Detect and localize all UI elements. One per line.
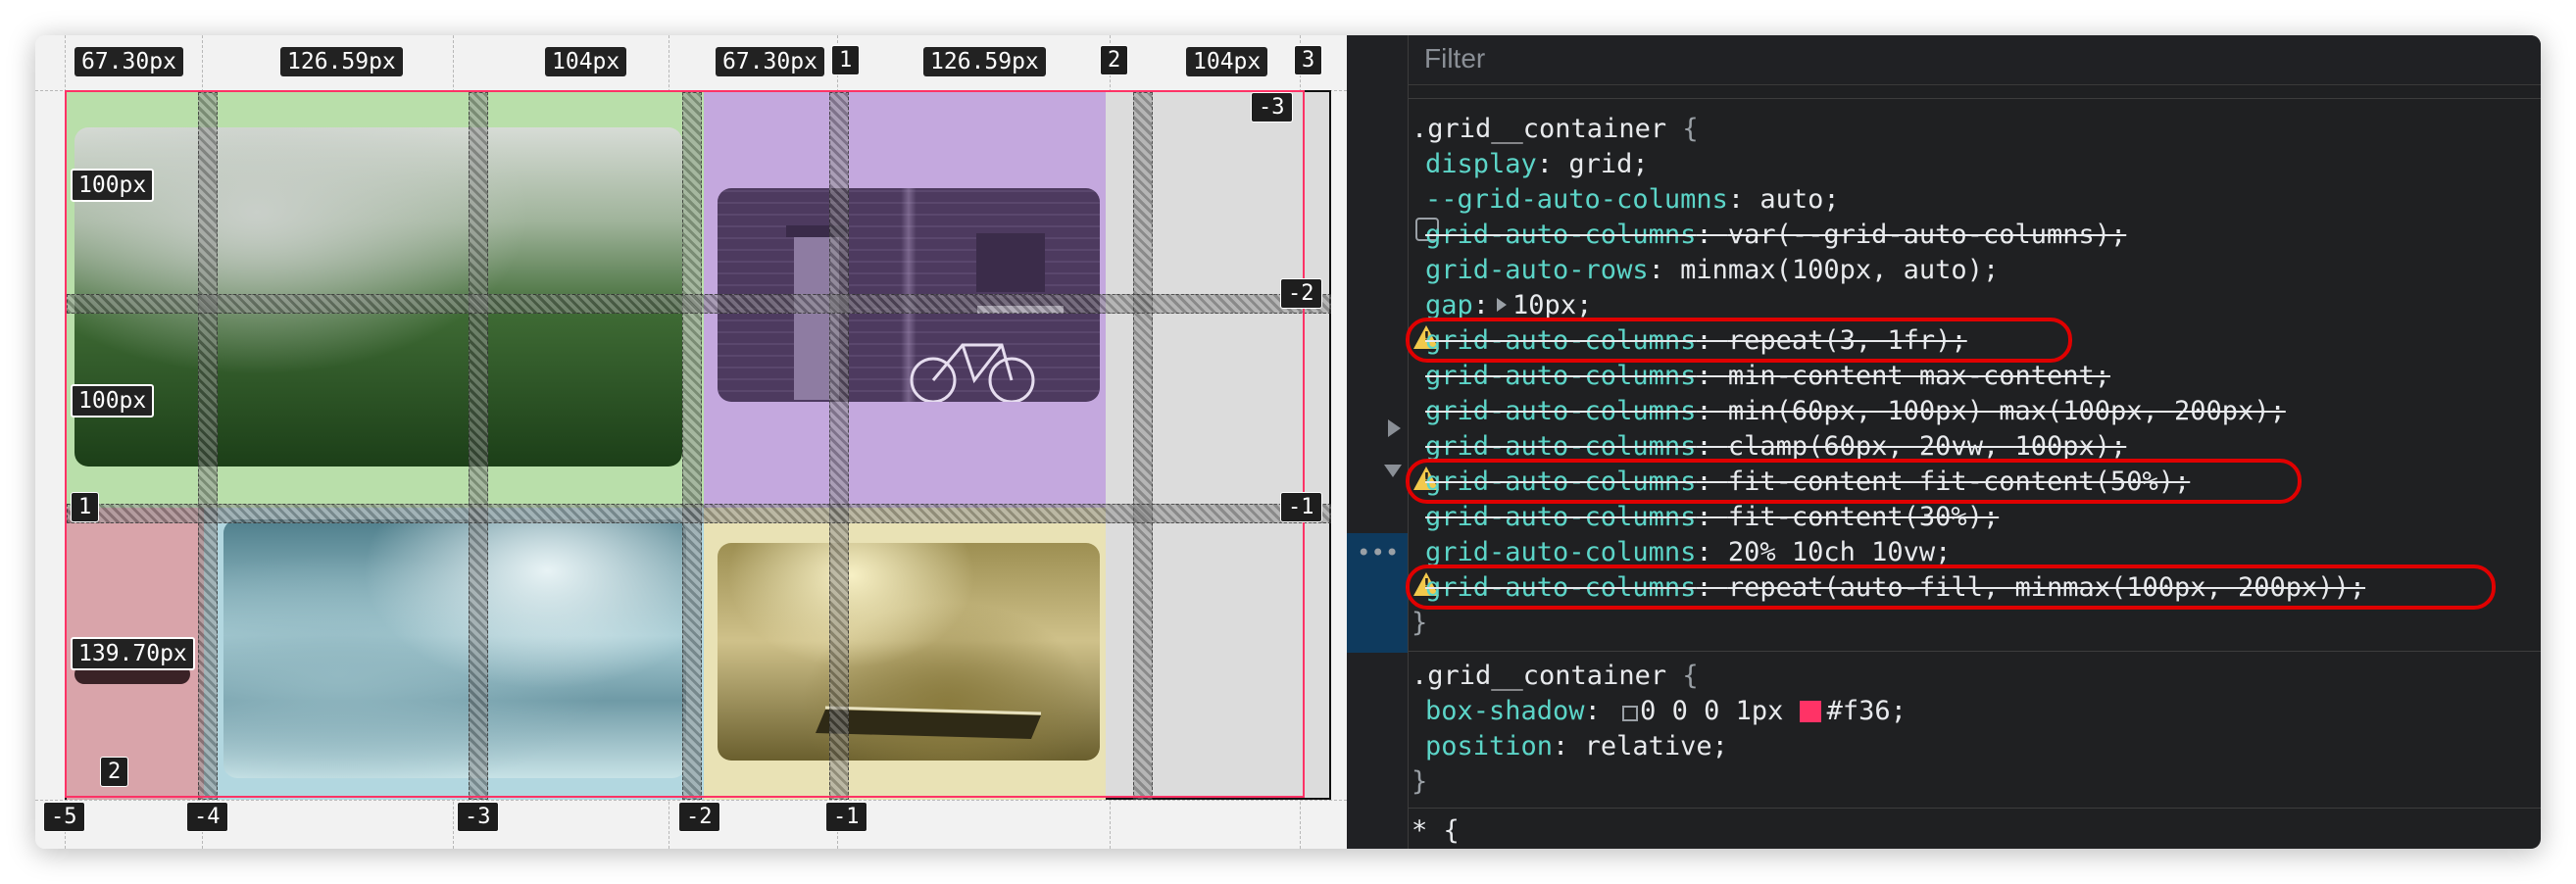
color-swatch-icon[interactable] [1799,701,1821,722]
column-size-label: 126.59px [280,47,403,76]
property-value[interactable]: 20% 10ch 10vw; [1728,537,1952,567]
property-value[interactable]: clamp(60px, 20vw, 100px); [1728,431,2126,462]
universal-selector-rule[interactable]: * { [1412,813,1460,849]
color-value[interactable]: #f36 [1827,696,1891,726]
property-name[interactable]: grid-auto-columns [1425,396,1696,426]
expand-arrow-icon[interactable] [1388,419,1401,437]
open-brace: { [1682,114,1699,144]
property-value[interactable]: min-content max-content; [1728,361,2110,391]
sky-photo [223,519,686,778]
declaration-overridden[interactable]: grid-auto-columns: var(--grid-auto-colum… [1425,218,2126,253]
grid-line-number: -5 [43,802,85,832]
property-name[interactable]: gap [1425,290,1473,320]
filter-bar: Filter [1409,35,2541,85]
more-icon[interactable]: ••• [1357,539,1399,566]
property-name[interactable]: position [1425,731,1553,761]
property-value[interactable]: var(--grid-auto-columns); [1728,220,2126,250]
property-value[interactable]: auto; [1759,184,1839,215]
grid-line-number: 1 [71,492,100,522]
property-name[interactable]: grid-auto-rows [1425,255,1649,285]
annotation-highlight [1406,459,2302,504]
annotation-highlight [1406,318,2072,363]
expand-shorthand-icon[interactable] [1497,298,1508,312]
annotation-highlight [1406,565,2496,610]
close-brace: } [1412,608,1428,638]
open-brace: { [1682,661,1699,691]
declaration-box-shadow[interactable]: box-shadow: 0 0 0 1px #f36; [1425,694,1907,729]
rule-selector-line: .grid__container { [1412,659,1699,694]
rule-selector-line: .grid__container { [1412,112,1699,147]
property-value[interactable]: 0 0 0 1px [1640,696,1783,726]
rule-separator [1409,808,2541,809]
grid-line-number: -1 [1280,492,1322,522]
property-name[interactable]: box-shadow [1425,696,1585,726]
phone-photo [718,543,1100,761]
close-brace: } [1412,766,1428,797]
declaration-overridden[interactable]: grid-auto-columns: min(60px, 100px) max(… [1425,394,2286,429]
property-value[interactable]: fit-content(30%); [1728,502,1999,532]
property-name[interactable]: --grid-auto-columns [1425,184,1728,215]
declaration-overridden[interactable]: grid-auto-columns: min-content max-conte… [1425,359,2110,394]
property-name[interactable]: display [1425,149,1537,179]
row-gap [67,294,1331,314]
property-name[interactable]: grid-auto-columns [1425,502,1696,532]
grid-line-number: -4 [186,802,228,832]
property-value[interactable]: minmax(100px, auto); [1680,255,1999,285]
property-name[interactable]: grid-auto-columns [1425,431,1696,462]
grid-line-number: 2 [1100,45,1129,75]
grid-line-number: 2 [100,757,129,787]
grid-line-number: 3 [1294,45,1323,75]
grid-item-yellow[interactable] [704,508,1106,800]
column-size-label: 104px [1186,47,1268,76]
row-size-label: 139.70px [71,637,195,670]
column-gap [682,92,702,800]
property-value[interactable]: grid; [1568,149,1648,179]
grid-line-number: -2 [1280,278,1322,309]
column-size-label: 67.30px [74,47,183,76]
css-selector[interactable]: .grid__container [1412,661,1666,691]
grid-line-number: -2 [678,802,720,832]
phone-illustration [816,706,1042,739]
grid-guide-line [35,800,1347,801]
shadow-editor-icon[interactable] [1622,706,1639,721]
declaration-auto-rows[interactable]: grid-auto-rows: minmax(100px, auto); [1425,253,1999,288]
column-size-label: 67.30px [716,47,824,76]
row-gap [67,504,1331,523]
row-size-label: 100px [71,169,155,202]
grid-line-number: -3 [1251,92,1293,123]
property-name[interactable]: grid-auto-columns [1425,361,1696,391]
declaration-custom-property[interactable]: --grid-auto-columns: auto; [1425,182,1840,218]
column-gap [469,92,488,800]
grid-line-number: -1 [825,802,867,832]
css-selector[interactable]: .grid__container [1412,114,1666,144]
filter-input[interactable]: Filter [1424,43,1485,74]
grid-item-blue[interactable] [204,508,704,800]
grid-line-number: 1 [831,45,861,75]
page-viewport: 67.30px 126.59px 104px 67.30px 126.59px … [35,35,1347,849]
column-gap [829,92,849,800]
column-size-label: 126.59px [923,47,1046,76]
devtools-gutter [1347,35,1409,849]
property-value[interactable]: relative; [1585,731,1728,761]
column-size-label: 104px [545,47,627,76]
property-name[interactable]: grid-auto-columns [1425,220,1696,250]
column-gap [198,92,218,800]
rule-separator [1409,98,2541,99]
collapse-arrow-icon[interactable] [1384,465,1402,477]
declaration-overridden[interactable]: grid-auto-columns: fit-content(30%); [1425,500,1999,535]
screenshot-window: 67.30px 126.59px 104px 67.30px 126.59px … [35,35,2541,849]
declaration-display[interactable]: display: grid; [1425,147,1649,182]
declaration-position[interactable]: position: relative; [1425,729,1728,764]
column-gap [1133,92,1153,800]
property-value[interactable]: min(60px, 100px) max(100px, 200px); [1728,396,2286,426]
row-size-label: 100px [71,384,155,417]
grid-container[interactable] [65,90,1331,800]
devtools-styles-pane: ••• Filter .grid__container { display: g… [1347,35,2541,849]
property-value[interactable]: 10px; [1512,290,1592,320]
rule-separator [1409,651,2541,652]
grid-line-number: -3 [457,802,499,832]
property-name[interactable]: grid-auto-columns [1425,537,1696,567]
